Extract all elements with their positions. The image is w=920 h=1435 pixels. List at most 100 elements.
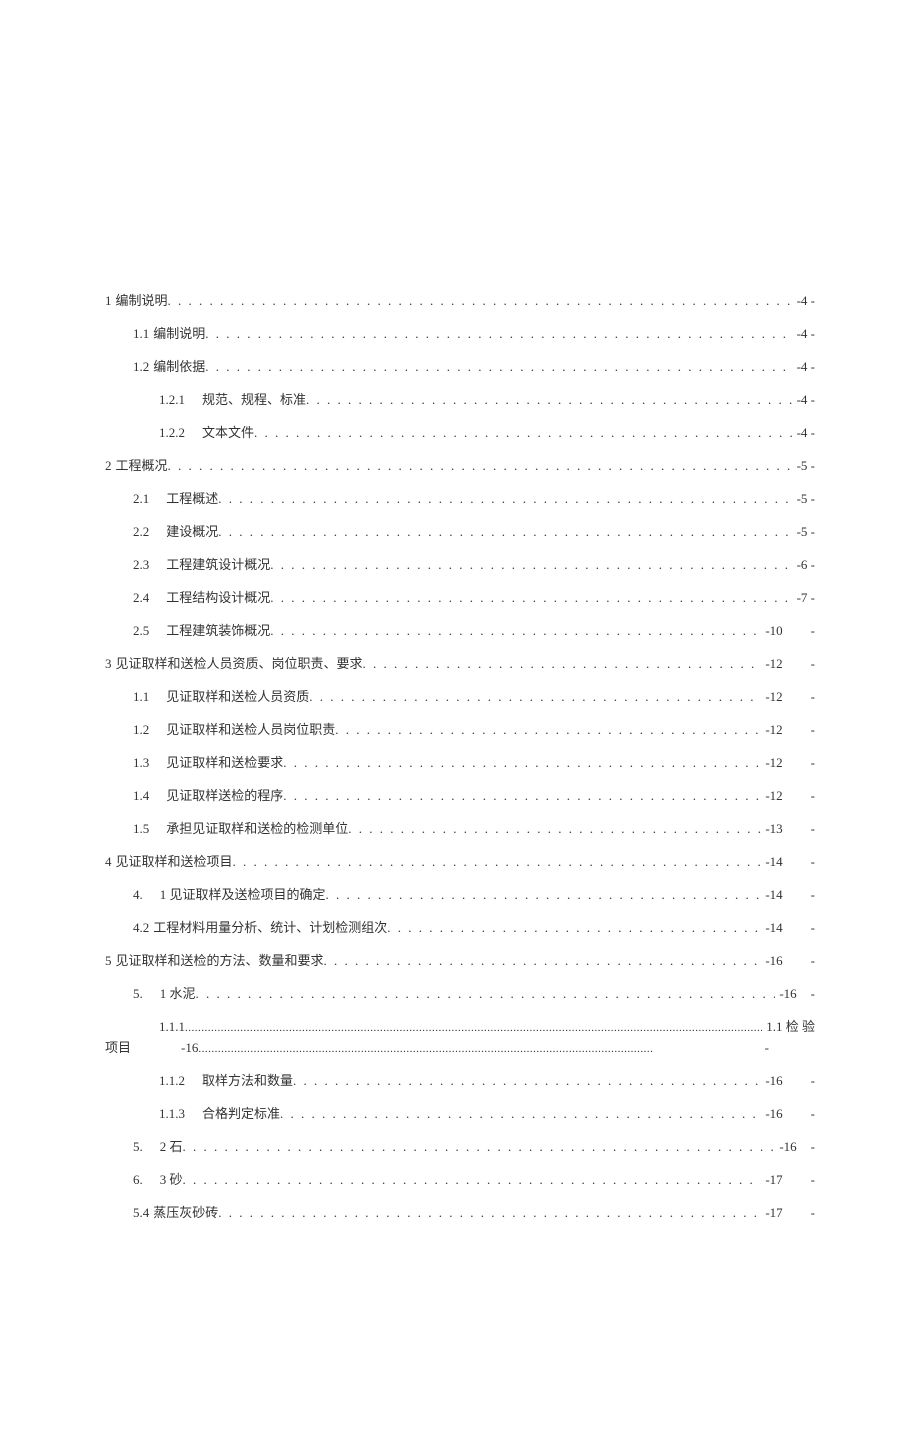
toc-dash: - <box>811 1106 815 1122</box>
toc-number: 3 <box>105 656 112 672</box>
toc-dash: - <box>811 953 815 969</box>
toc-gap <box>143 1136 156 1155</box>
toc-number: 2.5 <box>133 623 149 639</box>
toc-gap <box>149 587 162 606</box>
toc-dash: - <box>811 1205 815 1221</box>
toc-page: -16 <box>779 986 796 1002</box>
toc-leader-dots: . . . . . . . . . . . . . . . . . . . . … <box>348 821 761 837</box>
toc-title: 编制说明 <box>153 323 205 342</box>
toc-title: 合格判定标准 <box>202 1103 280 1122</box>
toc-title: 取样方法和数量 <box>202 1070 293 1089</box>
toc-dash: - <box>811 854 815 870</box>
toc-page: -4 - <box>797 392 815 408</box>
toc-dash: - <box>811 887 815 903</box>
toc-page: -12 <box>765 788 782 804</box>
toc-leader-dots: . . . . . . . . . . . . . . . . . . . . … <box>283 755 761 771</box>
toc-leader-dots: . . . . . . . . . . . . . . . . . . . . … <box>309 689 761 705</box>
toc-gap <box>149 488 162 507</box>
toc-number: 1.5 <box>133 821 149 837</box>
toc-entry: 1.1.3 合格判定标准. . . . . . . . . . . . . . … <box>105 1103 815 1122</box>
toc-number: 4.2 <box>133 920 149 936</box>
toc-dash: - <box>811 1073 815 1089</box>
toc-gap <box>149 554 162 573</box>
toc-leader-dots: . . . . . . . . . . . . . . . . . . . . … <box>387 920 761 936</box>
toc-gap <box>143 1169 156 1188</box>
toc-dash: - <box>811 920 815 936</box>
toc-title: 规范、规程、标准 <box>202 389 306 408</box>
toc-number: 2.4 <box>133 590 149 606</box>
toc-title: 见证取样和送检人员岗位职责 <box>166 719 335 738</box>
toc-number: 1.1.3 <box>159 1106 185 1122</box>
toc-entry-wrapped: 1.1.1...................................… <box>105 1016 815 1056</box>
toc-page: -16 <box>765 953 782 969</box>
toc-leader-dots: . . . . . . . . . . . . . . . . . . . . … <box>183 1139 776 1155</box>
toc-gap <box>149 686 162 705</box>
toc-number: 1.4 <box>133 788 149 804</box>
toc-page: -12 <box>765 656 782 672</box>
toc-gap <box>149 818 162 837</box>
toc-number: 2.3 <box>133 557 149 573</box>
toc-title: 编制说明 <box>116 290 168 309</box>
toc-page: -14 <box>765 920 782 936</box>
toc-entry: 1.1编制说明. . . . . . . . . . . . . . . . .… <box>105 323 815 342</box>
toc-leader-dots: . . . . . . . . . . . . . . . . . . . . … <box>218 524 792 540</box>
toc-dash: - <box>811 689 815 705</box>
toc-page: -12 <box>765 689 782 705</box>
toc-entry: 1.3 见证取样和送检要求. . . . . . . . . . . . . .… <box>105 752 815 771</box>
toc-entry: 1.2编制依据. . . . . . . . . . . . . . . . .… <box>105 356 815 375</box>
toc-leader-dots: . . . . . . . . . . . . . . . . . . . . … <box>270 590 792 606</box>
toc-title: 工程概述 <box>166 488 218 507</box>
toc-entry: 5. 1 水泥. . . . . . . . . . . . . . . . .… <box>105 983 815 1002</box>
toc-number: 2 <box>105 458 112 474</box>
toc-leader-dots: . . . . . . . . . . . . . . . . . . . . … <box>218 1205 761 1221</box>
toc-title: 见证取样和送检人员资质 <box>166 686 309 705</box>
toc-number: 4 <box>105 854 112 870</box>
toc-entry: 2.5 工程建筑装饰概况. . . . . . . . . . . . . . … <box>105 620 815 639</box>
toc-leader-dots: . . . . . . . . . . . . . . . . . . . . … <box>196 986 776 1002</box>
toc-title: 工程概况 <box>116 455 168 474</box>
toc-page: -4 - <box>797 359 815 375</box>
toc-title: 文本文件 <box>202 422 254 441</box>
toc-page: -12 <box>765 722 782 738</box>
toc-page: -12 <box>765 755 782 771</box>
toc-page: -17 <box>765 1172 782 1188</box>
toc-entry: 2.1 工程概述. . . . . . . . . . . . . . . . … <box>105 488 815 507</box>
toc-number: 5. <box>133 1139 143 1155</box>
toc-number: 5. <box>133 986 143 1002</box>
toc-gap <box>143 884 156 903</box>
toc-gap <box>185 1103 198 1122</box>
toc-leader-dots: . . . . . . . . . . . . . . . . . . . . … <box>306 392 793 408</box>
toc-title: 编制依据 <box>153 356 205 375</box>
toc-leader-dots: . . . . . . . . . . . . . . . . . . . . … <box>283 788 761 804</box>
toc-gap <box>185 1070 198 1089</box>
toc-page: -5 - <box>797 458 815 474</box>
toc-number: 1.2.1 <box>159 392 185 408</box>
toc-number: 1.2 <box>133 722 149 738</box>
toc-number: 1.2.2 <box>159 425 185 441</box>
toc-dash: - <box>811 656 815 672</box>
toc-dash: - <box>811 1139 815 1155</box>
toc-title: 工程建筑设计概况 <box>166 554 270 573</box>
toc-number: 1.2 <box>133 359 149 375</box>
toc-title: 1 见证取样及送检项目的确定 <box>160 884 326 903</box>
toc-entry: 1.2.1 规范、规程、标准. . . . . . . . . . . . . … <box>105 389 815 408</box>
toc-page: 1.1 检 验 <box>766 1016 815 1035</box>
toc-title: 见证取样送检的程序 <box>166 785 283 804</box>
toc-dash: - <box>811 722 815 738</box>
toc-page: -17 <box>765 1205 782 1221</box>
toc-leader-dots: . . . . . . . . . . . . . . . . . . . . … <box>270 623 761 639</box>
toc-number: 1.1.2 <box>159 1073 185 1089</box>
toc-title: 蒸压灰砂砖 <box>153 1202 218 1221</box>
toc-title: 承担见证取样和送检的检测单位 <box>166 818 348 837</box>
toc-leader-dots: . . . . . . . . . . . . . . . . . . . . … <box>324 953 762 969</box>
toc-leader-dots: . . . . . . . . . . . . . . . . . . . . … <box>218 491 792 507</box>
toc-entry: 4. 1 见证取样及送检项目的确定. . . . . . . . . . . .… <box>105 884 815 903</box>
toc-leader-dots: . . . . . . . . . . . . . . . . . . . . … <box>168 293 793 309</box>
toc-dash: - <box>811 1172 815 1188</box>
toc-gap <box>185 389 198 408</box>
toc-leader-dots: ........................................… <box>185 1022 762 1034</box>
table-of-contents: 1编制说明. . . . . . . . . . . . . . . . . .… <box>105 290 815 1221</box>
toc-entry: 5见证取样和送检的方法、数量和要求. . . . . . . . . . . .… <box>105 950 815 969</box>
toc-entry: 1.1 见证取样和送检人员资质. . . . . . . . . . . . .… <box>105 686 815 705</box>
toc-entry: 3见证取样和送检人员资质、岗位职责、要求. . . . . . . . . . … <box>105 653 815 672</box>
